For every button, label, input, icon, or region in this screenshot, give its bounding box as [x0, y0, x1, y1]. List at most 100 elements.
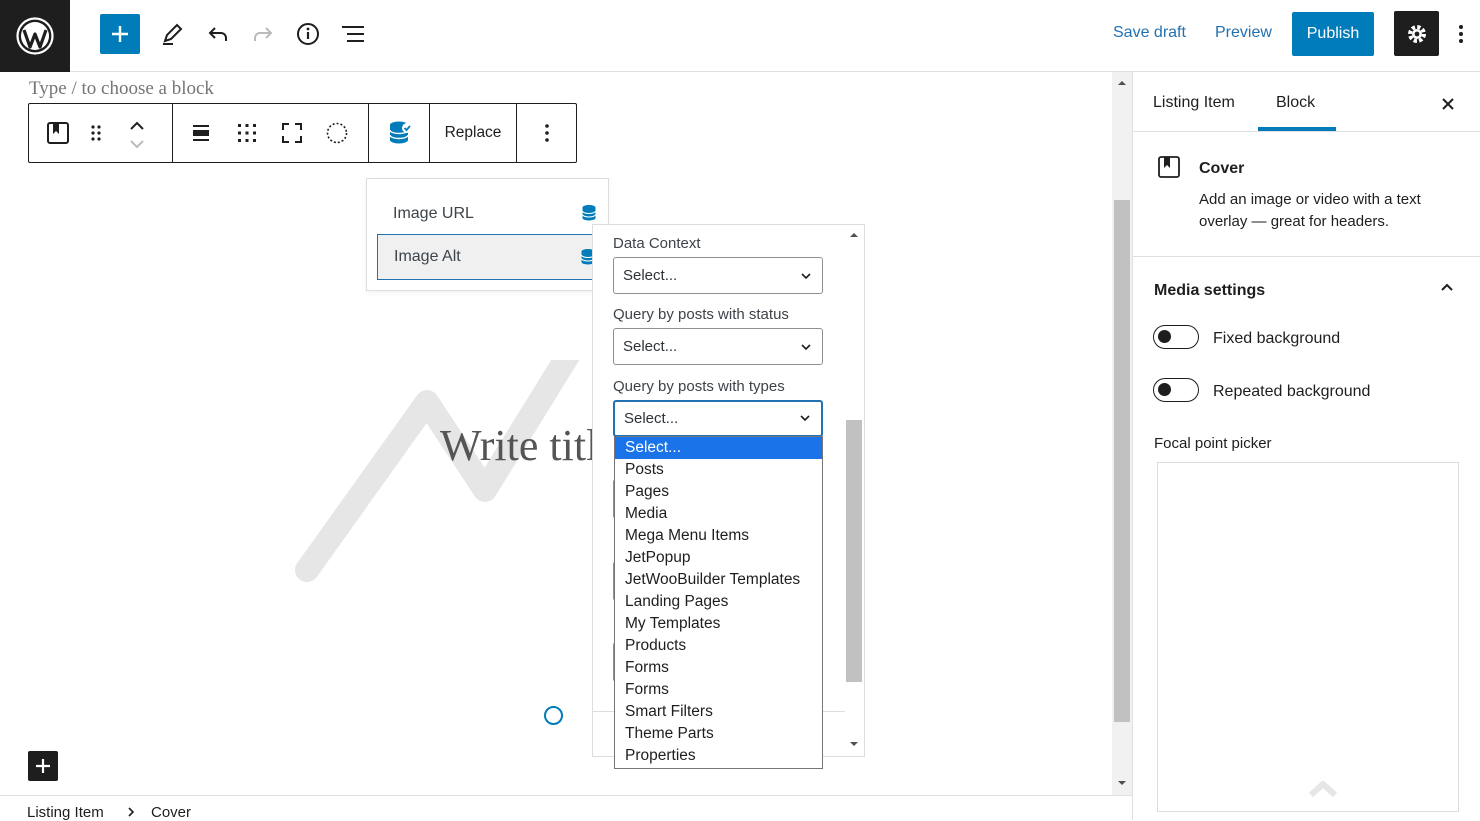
layout-controls-group [173, 104, 369, 162]
dropdown-option[interactable]: Forms [615, 679, 822, 701]
database-icon [582, 205, 596, 221]
data-context-select[interactable]: Select... [613, 257, 823, 294]
database-icon[interactable] [387, 120, 413, 146]
menu-item-image-url[interactable]: Image URL [377, 191, 605, 237]
content-position-icon[interactable] [235, 121, 259, 145]
dropdown-option[interactable]: Select... [615, 437, 822, 459]
pencil-icon [163, 23, 183, 45]
editor-header: Save draft Preview Publish [0, 0, 1480, 72]
tools-button[interactable] [152, 14, 192, 54]
plus-icon [36, 759, 50, 773]
dropdown-option[interactable]: Forms [615, 657, 822, 679]
block-appender-hint[interactable]: Type / to choose a block [29, 78, 214, 100]
dropdown-option[interactable]: My Templates [615, 613, 822, 635]
undo-icon [208, 27, 227, 41]
dropdown-option[interactable]: Theme Parts [615, 723, 822, 745]
menu-item-label: Image URL [393, 205, 474, 222]
fullscreen-icon[interactable] [280, 121, 304, 145]
cover-block-icon [1158, 156, 1180, 178]
block-controls-group [29, 104, 173, 162]
fixed-background-toggle[interactable] [1153, 325, 1199, 349]
dropdown-option[interactable]: Posts [615, 459, 822, 481]
redo-icon [254, 27, 273, 41]
tab-listing-item[interactable]: Listing Item [1153, 94, 1235, 112]
block-options-group [517, 104, 577, 162]
dropdown-option[interactable]: Smart Filters [615, 701, 822, 723]
types-label: Query by posts with types [613, 378, 785, 395]
chevron-up-icon[interactable] [1439, 280, 1455, 296]
settings-button[interactable] [1394, 11, 1439, 56]
menu-item-image-alt[interactable]: Image Alt [377, 234, 605, 280]
chevron-right-icon [128, 807, 135, 817]
editor-scrollbar-thumb[interactable] [1114, 200, 1130, 722]
settings-sidebar: Listing Item Block Cover Add an image or… [1132, 72, 1480, 820]
block-description-line2: overlay — great for headers. [1199, 213, 1390, 230]
dropdown-option[interactable]: Pages [615, 481, 822, 503]
media-settings-title[interactable]: Media settings [1154, 282, 1265, 300]
post-types-dropdown-list: Select... Posts Pages Media Mega Menu It… [614, 436, 823, 769]
dropdown-option[interactable]: Products [615, 635, 822, 657]
save-draft-link[interactable]: Save draft [1113, 24, 1186, 42]
details-button[interactable] [288, 14, 328, 54]
scroll-up-arrow-icon[interactable] [847, 230, 861, 240]
preview-link[interactable]: Preview [1215, 24, 1272, 42]
align-wide-icon[interactable] [189, 121, 213, 145]
repeated-background-toggle[interactable] [1153, 378, 1199, 402]
move-down-icon[interactable] [125, 132, 149, 156]
breadcrumb-item[interactable]: Cover [151, 804, 191, 821]
dropdown-option[interactable]: JetPopup [615, 547, 822, 569]
tab-block[interactable]: Block [1276, 94, 1315, 112]
loading-spinner [544, 706, 563, 725]
status-select[interactable]: Select... [613, 328, 823, 365]
list-view-button[interactable] [333, 14, 373, 54]
cover-title-placeholder[interactable]: Write title… [440, 420, 595, 471]
block-toolbar: Replace [28, 103, 577, 163]
publish-button[interactable]: Publish [1292, 12, 1374, 56]
drag-handle-icon[interactable] [84, 121, 108, 145]
status-value: Select... [623, 338, 678, 355]
dropdown-option[interactable]: Landing Pages [615, 591, 822, 613]
dropdown-option[interactable]: Properties [615, 745, 822, 767]
chevron-down-icon [801, 344, 811, 351]
options-button[interactable] [1446, 14, 1476, 54]
status-label: Query by posts with status [613, 306, 789, 323]
info-icon [297, 23, 319, 45]
dropdown-option[interactable]: Mega Menu Items [615, 525, 822, 547]
data-context-label: Data Context [613, 235, 701, 252]
redo-button[interactable] [243, 14, 283, 54]
dynamic-data-menu: Image URL Image Alt [366, 178, 609, 291]
types-value: Select... [624, 410, 679, 427]
panel-scrollbar-thumb[interactable] [846, 420, 862, 682]
breadcrumb-item[interactable]: Listing Item [27, 804, 104, 821]
dynamic-data-group [369, 104, 430, 162]
more-vertical-icon [1459, 25, 1463, 43]
data-context-value: Select... [623, 267, 678, 284]
close-icon[interactable] [1440, 96, 1456, 112]
cover-block-icon[interactable] [46, 121, 70, 145]
scroll-down-arrow-icon[interactable] [847, 739, 861, 749]
add-block-button[interactable] [100, 14, 140, 54]
dropdown-option[interactable]: JetWooBuilder Templates [615, 569, 822, 591]
duotone-icon[interactable] [325, 121, 349, 145]
fixed-background-label: Fixed background [1213, 330, 1341, 347]
types-select[interactable]: Select... [613, 400, 823, 437]
placeholder-illustration [1308, 781, 1338, 797]
plus-icon [112, 26, 128, 42]
gear-icon [1407, 24, 1426, 43]
block-name: Cover [1199, 160, 1245, 177]
focal-point-picker[interactable] [1157, 462, 1459, 812]
cover-placeholder-illustration [295, 360, 580, 582]
scroll-down-arrow-icon[interactable] [1115, 778, 1129, 788]
block-description-line1: Add an image or video with a text [1199, 191, 1421, 208]
menu-item-label: Image Alt [394, 248, 461, 265]
replace-button[interactable]: Replace [430, 104, 517, 162]
undo-button[interactable] [198, 14, 238, 54]
dropdown-option[interactable]: Media [615, 503, 822, 525]
wordpress-logo-icon [16, 17, 54, 55]
more-vertical-icon[interactable] [535, 121, 559, 145]
divider [1133, 256, 1480, 257]
add-block-inline-button[interactable] [28, 751, 58, 781]
list-view-icon [342, 26, 364, 42]
wordpress-logo[interactable] [0, 0, 70, 72]
scroll-up-arrow-icon[interactable] [1115, 78, 1129, 88]
